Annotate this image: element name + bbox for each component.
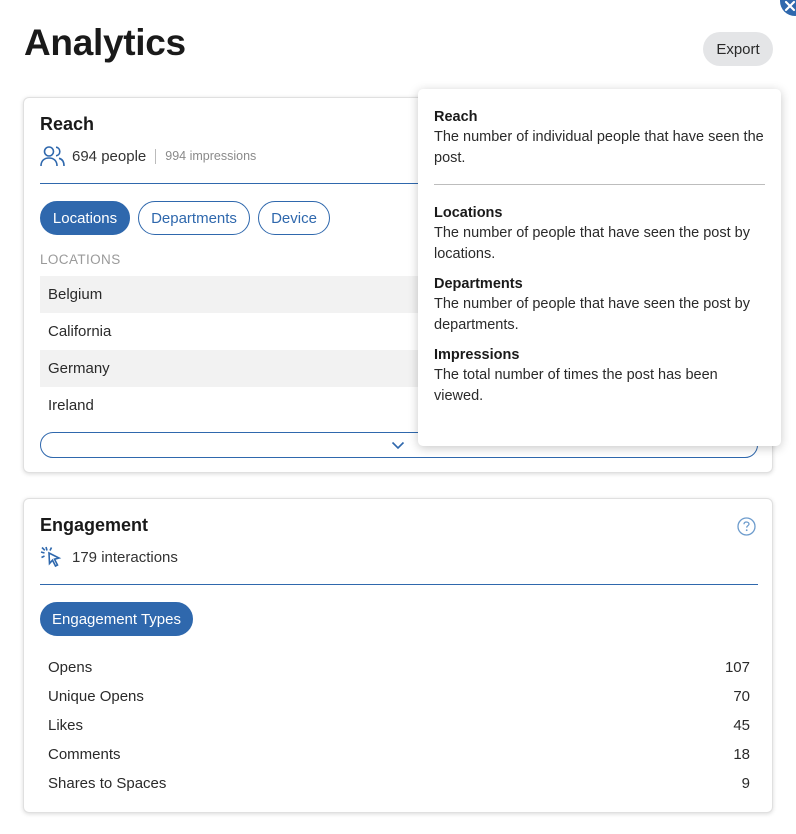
- reach-title: Reach: [40, 114, 95, 134]
- engagement-value: 107: [724, 659, 750, 676]
- engagement-row: Comments 18: [48, 746, 750, 763]
- tooltip-divider: [434, 184, 765, 185]
- tab-departments[interactable]: Departments: [138, 201, 250, 235]
- engagement-label: Comments: [48, 746, 121, 763]
- people-icon: [40, 144, 66, 168]
- location-name: Ireland: [48, 397, 94, 414]
- impressions-count: 994 impressions: [165, 149, 257, 163]
- engagement-divider: [40, 584, 758, 585]
- interactions-count: 179 interactions: [72, 548, 178, 566]
- engagement-row: Likes 45: [48, 717, 750, 734]
- reach-stats: 694 people 994 impressions: [40, 144, 256, 168]
- engagement-label: Likes: [48, 717, 84, 734]
- engagement-stats: 179 interactions: [40, 545, 178, 569]
- engagement-value: 45: [733, 717, 750, 734]
- engagement-value: 9: [741, 775, 750, 792]
- location-name: California: [48, 323, 112, 340]
- tooltip-item-body: The number of people that have seen the …: [434, 296, 750, 333]
- tab-engagement-types[interactable]: Engagement Types: [40, 602, 193, 636]
- tooltip-item-body: The number of individual people that hav…: [434, 129, 764, 166]
- engagement-value: 18: [733, 746, 750, 763]
- location-name: Belgium: [48, 286, 103, 303]
- tooltip-item-title: Locations: [434, 205, 503, 221]
- tooltip-item: Reach The number of individual people th…: [434, 107, 769, 169]
- people-count: 694 people: [72, 147, 147, 165]
- engagement-row: Opens 107: [48, 659, 750, 676]
- engagement-value: 70: [733, 688, 750, 705]
- tooltip-item-title: Departments: [434, 276, 523, 292]
- page-title: Analytics: [24, 22, 186, 63]
- tooltip-item-body: The number of people that have seen the …: [434, 225, 750, 262]
- tooltip-item-body: The total number of times the post has b…: [434, 367, 718, 404]
- tooltip-item: Locations The number of people that have…: [434, 203, 769, 265]
- reach-info-tooltip: Reach The number of individual people th…: [418, 89, 781, 446]
- question-circle-icon[interactable]: [737, 517, 756, 536]
- tooltip-item-title: Impressions: [434, 347, 520, 363]
- tab-device[interactable]: Device: [258, 201, 330, 235]
- engagement-card: Engagement 179 interactions Engagement T…: [23, 498, 773, 813]
- close-button[interactable]: [780, 0, 796, 16]
- tooltip-item: Impressions The total number of times th…: [434, 345, 769, 407]
- engagement-row: Unique Opens 70: [48, 688, 750, 705]
- engagement-label: Unique Opens: [48, 688, 144, 705]
- tooltip-item: Departments The number of people that ha…: [434, 274, 769, 336]
- tooltip-item-title: Reach: [434, 109, 478, 125]
- engagement-label: Shares to Spaces: [48, 775, 167, 792]
- stat-separator: [155, 148, 157, 164]
- close-icon: [784, 0, 796, 12]
- chevron-down-icon: [391, 441, 405, 449]
- engagement-label: Opens: [48, 659, 93, 676]
- engagement-row: Shares to Spaces 9: [48, 775, 750, 792]
- cursor-click-icon: [40, 545, 66, 569]
- engagement-title: Engagement: [40, 515, 149, 535]
- locations-section-label: LOCATIONS: [40, 252, 121, 267]
- location-name: Germany: [48, 360, 110, 377]
- tab-locations[interactable]: Locations: [40, 201, 130, 235]
- export-button[interactable]: Export: [703, 32, 773, 66]
